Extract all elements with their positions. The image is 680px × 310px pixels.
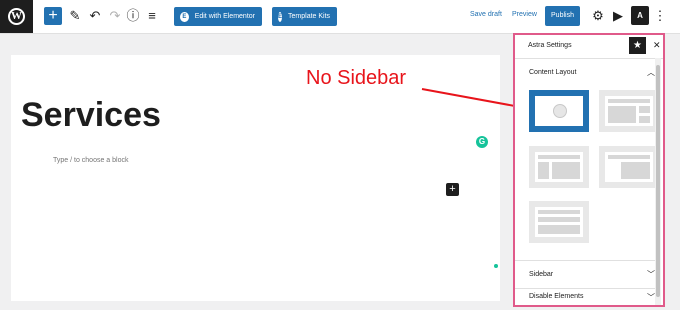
- layout-header-bar: [538, 155, 580, 159]
- sidebar-section-title: Sidebar: [529, 271, 554, 278]
- chevron-up-icon: ︿: [647, 68, 655, 77]
- annotation-label: No Sidebar: [306, 67, 407, 89]
- layout-option-narrow-sidebar[interactable]: [599, 146, 659, 188]
- undo-icon: ↶: [89, 8, 101, 23]
- template-kits-icon: E: [278, 11, 283, 22]
- editor-top-toolbar: W + ✎ ↶ ↷ ⓘ ≡ E Edit with Elementor E Te…: [0, 0, 680, 34]
- content-layout-section-toggle[interactable]: Content Layout ︿: [515, 62, 655, 84]
- publish-button[interactable]: Publish: [545, 6, 580, 26]
- details-button[interactable]: ⓘ: [125, 8, 141, 24]
- wordpress-logo-button[interactable]: W: [0, 0, 33, 33]
- template-kits-label: Template Kits: [288, 13, 331, 20]
- list-view-icon: ≡: [148, 8, 156, 23]
- panel-header: Astra Settings ★ ✕: [515, 35, 663, 59]
- layout-content-block: [608, 106, 636, 123]
- section-divider: [515, 288, 655, 289]
- chevron-down-icon: ﹀: [647, 293, 655, 302]
- layout-header-bar: [608, 155, 650, 159]
- more-options-button[interactable]: ⋮: [652, 8, 668, 24]
- panel-scroll-thumb[interactable]: [656, 65, 660, 297]
- layout-content-block: [621, 162, 650, 179]
- globe-icon: [553, 104, 567, 118]
- preview-button[interactable]: Preview: [512, 11, 537, 18]
- info-icon: ⓘ: [126, 8, 140, 23]
- grammarly-icon[interactable]: G: [476, 136, 488, 148]
- astra-settings-toggle[interactable]: A: [631, 6, 649, 25]
- layout-thumb: [535, 96, 583, 126]
- tools-button[interactable]: ✎: [67, 8, 83, 24]
- wordpress-icon: W: [8, 8, 25, 25]
- layout-thumb: [535, 152, 583, 182]
- layout-thumb: [535, 207, 583, 237]
- layout-option-no-sidebar[interactable]: [529, 90, 589, 132]
- disable-elements-section-toggle[interactable]: Disable Elements ﹀: [515, 291, 655, 305]
- layout-header-bar: [538, 210, 580, 214]
- layout-option-right-sidebar[interactable]: [599, 90, 659, 132]
- status-dot: [494, 264, 498, 268]
- astra-settings-panel: Astra Settings ★ ✕ Content Layout ︿ Side…: [513, 33, 665, 307]
- layout-content-block: [552, 162, 580, 179]
- plus-icon: +: [48, 7, 58, 24]
- layout-option-left-sidebar[interactable]: [529, 146, 589, 188]
- layout-content-block: [538, 217, 580, 222]
- editor-canvas: [11, 55, 500, 301]
- block-inserter-button[interactable]: +: [446, 183, 459, 196]
- star-icon: ★: [633, 40, 642, 51]
- jetpack-icon: ▶: [613, 8, 623, 23]
- save-draft-button[interactable]: Save draft: [470, 11, 502, 18]
- layout-header-bar: [608, 99, 650, 103]
- content-layout-title: Content Layout: [529, 69, 577, 76]
- layout-sidebar-block: [538, 162, 549, 179]
- list-view-button[interactable]: ≡: [144, 8, 160, 24]
- redo-button[interactable]: ↷: [107, 8, 123, 24]
- template-kits-button[interactable]: E Template Kits: [272, 7, 337, 26]
- redo-icon: ↷: [109, 8, 121, 23]
- jetpack-button[interactable]: ▶: [610, 8, 626, 24]
- more-vertical-icon: ⋮: [653, 8, 667, 23]
- layout-option-full-width[interactable]: [529, 201, 589, 243]
- section-divider: [515, 260, 655, 261]
- post-title[interactable]: Services: [21, 95, 161, 135]
- disable-elements-title: Disable Elements: [529, 293, 584, 300]
- layout-sidebar-block: [639, 116, 650, 123]
- elementor-icon: E: [180, 11, 189, 22]
- layout-thumb: [605, 152, 653, 182]
- edit-with-elementor-label: Edit with Elementor: [194, 13, 255, 20]
- close-button[interactable]: ✕: [653, 40, 661, 50]
- undo-button[interactable]: ↶: [87, 8, 103, 24]
- layout-sidebar-block: [639, 106, 650, 113]
- pen-icon: ✎: [69, 8, 81, 23]
- layout-content-block: [538, 225, 580, 234]
- close-icon: ✕: [653, 40, 661, 50]
- sidebar-section-toggle[interactable]: Sidebar ﹀: [515, 264, 655, 286]
- settings-button[interactable]: ⚙: [590, 8, 606, 24]
- layout-thumb: [605, 96, 653, 126]
- plus-icon: +: [449, 183, 456, 195]
- chevron-down-icon: ﹀: [647, 270, 655, 279]
- edit-with-elementor-button[interactable]: E Edit with Elementor: [174, 7, 262, 26]
- astra-icon: A: [637, 11, 643, 20]
- add-block-button[interactable]: +: [44, 7, 62, 25]
- panel-title: Astra Settings: [528, 42, 572, 49]
- block-placeholder[interactable]: Type / to choose a block: [53, 157, 129, 164]
- star-button[interactable]: ★: [629, 37, 646, 54]
- settings-gear-icon: ⚙: [592, 8, 604, 23]
